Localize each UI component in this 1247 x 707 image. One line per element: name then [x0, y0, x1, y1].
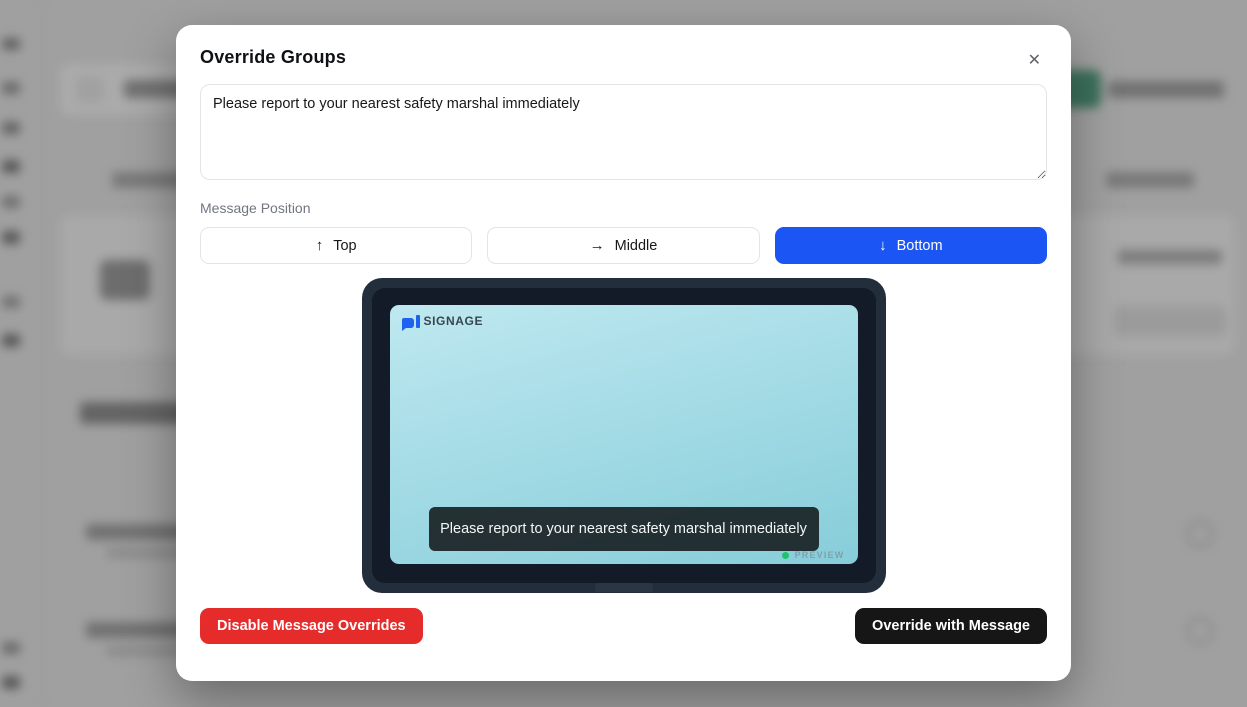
override-with-message-button[interactable]: Override with Message	[855, 608, 1047, 644]
down-arrow-icon: ↓	[879, 238, 887, 253]
pisignage-logo: SIGNAGE	[402, 314, 484, 328]
right-arrow-icon: →	[590, 238, 605, 253]
tv-frame: SIGNAGE Please report to your nearest sa…	[362, 278, 886, 593]
up-arrow-icon: ↑	[316, 238, 324, 253]
disable-message-overrides-button[interactable]: Disable Message Overrides	[200, 608, 423, 644]
pisignage-logo-icon	[402, 315, 420, 328]
tv-bezel: SIGNAGE Please report to your nearest sa…	[372, 288, 876, 583]
preview-message-banner: Please report to your nearest safety mar…	[429, 507, 819, 551]
pisignage-logo-text: SIGNAGE	[424, 314, 484, 328]
message-position-label: Message Position	[200, 200, 1047, 216]
message-position-options: ↑ Top → Middle ↓ Bottom	[200, 227, 1047, 264]
modal-footer: Disable Message Overrides Override with …	[200, 608, 1047, 644]
signage-preview-screen: SIGNAGE Please report to your nearest sa…	[390, 305, 858, 564]
preview-status-label: PREVIEW	[795, 550, 845, 560]
position-bottom-button[interactable]: ↓ Bottom	[775, 227, 1047, 264]
preview-wrapper: SIGNAGE Please report to your nearest sa…	[200, 278, 1047, 593]
preview-message-text: Please report to your nearest safety mar…	[440, 521, 807, 537]
status-dot-icon	[782, 552, 789, 559]
override-groups-modal: Override Groups ✕ Please report to your …	[176, 25, 1071, 681]
position-middle-label: Middle	[615, 238, 658, 254]
position-top-label: Top	[333, 238, 356, 254]
tv-stand-notch	[595, 583, 653, 592]
position-middle-button[interactable]: → Middle	[487, 227, 759, 264]
position-top-button[interactable]: ↑ Top	[200, 227, 472, 264]
modal-header: Override Groups ✕	[200, 47, 1047, 73]
close-icon[interactable]: ✕	[1024, 49, 1045, 73]
position-bottom-label: Bottom	[897, 238, 943, 254]
override-message-input[interactable]: Please report to your nearest safety mar…	[200, 84, 1047, 180]
preview-status-badge: PREVIEW	[782, 550, 845, 560]
modal-title: Override Groups	[200, 47, 346, 68]
